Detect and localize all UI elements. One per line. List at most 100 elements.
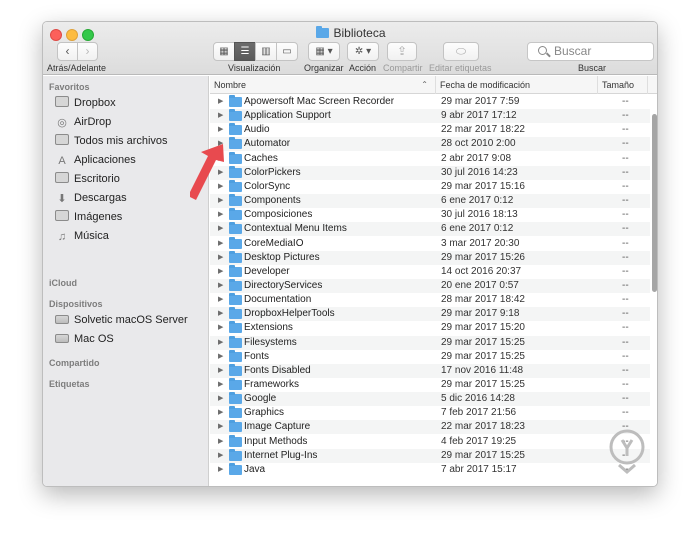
- disclosure-triangle-icon[interactable]: ▶: [218, 321, 223, 335]
- sidebar-item-desktop[interactable]: Escritorio: [55, 170, 120, 188]
- action-button[interactable]: ✲ ▾: [347, 42, 379, 61]
- table-row[interactable]: ▶ Documentation 28 mar 2017 18:42 --: [210, 293, 650, 307]
- sidebar-item-music[interactable]: ♫ Música: [55, 227, 109, 245]
- disclosure-triangle-icon[interactable]: ▶: [218, 336, 223, 350]
- column-view-button[interactable]: ▥: [255, 42, 277, 61]
- disclosure-triangle-icon[interactable]: ▶: [218, 222, 223, 236]
- table-row[interactable]: ▶ Automator 28 oct 2010 2:00 --: [210, 137, 650, 152]
- file-size: --: [622, 379, 629, 390]
- file-name: Extensions: [244, 322, 293, 334]
- arrange-button[interactable]: ▦ ▾: [308, 42, 340, 61]
- disclosure-triangle-icon[interactable]: ▶: [218, 279, 223, 293]
- table-row[interactable]: ▶ Extensions 29 mar 2017 15:20 --: [210, 321, 650, 335]
- disclosure-triangle-icon[interactable]: ▶: [218, 265, 223, 279]
- sidebar-item-dropbox[interactable]: Dropbox: [55, 94, 116, 112]
- column-date-label: Fecha de modificación: [440, 80, 531, 90]
- disclosure-triangle-icon[interactable]: ▶: [218, 208, 223, 222]
- disclosure-triangle-icon[interactable]: ▶: [218, 420, 223, 434]
- file-date: 5 dic 2016 14:28: [441, 393, 515, 405]
- sidebar-item-label: Todos mis archivos: [74, 135, 168, 147]
- column-name[interactable]: Nombre ⌃: [210, 76, 434, 94]
- file-date: 20 ene 2017 0:57: [441, 279, 519, 291]
- disclosure-triangle-icon[interactable]: ▶: [218, 293, 223, 307]
- table-row[interactable]: ▶ Developer 14 oct 2016 20:37 --: [210, 264, 650, 279]
- table-row[interactable]: ▶ Frameworks 29 mar 2017 15:25 --: [210, 378, 650, 392]
- gallery-view-button[interactable]: ▭: [276, 42, 298, 61]
- disclosure-triangle-icon[interactable]: ▶: [218, 237, 223, 251]
- folder-icon: [229, 165, 242, 178]
- sidebar-item-downloads[interactable]: ⬇ Descargas: [55, 189, 126, 207]
- box-icon: [55, 96, 69, 107]
- edit-tags-button[interactable]: ⬭: [443, 42, 479, 61]
- table-row[interactable]: ▶ Desktop Pictures 29 mar 2017 15:26 --: [210, 250, 650, 265]
- disclosure-triangle-icon[interactable]: ▶: [218, 180, 223, 194]
- disclosure-triangle-icon[interactable]: ▶: [218, 350, 223, 364]
- folder-icon: [229, 264, 242, 277]
- table-row[interactable]: ▶ DirectoryServices 20 ene 2017 0:57 --: [210, 278, 650, 293]
- sidebar-item-all-files[interactable]: Todos mis archivos: [55, 132, 168, 150]
- file-date: 29 mar 2017 15:20: [441, 322, 525, 334]
- table-row[interactable]: ▶ Apowersoft Mac Screen Recorder 29 mar 20…: [210, 95, 650, 109]
- table-row[interactable]: ▶ Graphics 7 feb 2017 21:56 --: [210, 406, 650, 420]
- disclosure-triangle-icon[interactable]: ▶: [218, 95, 223, 109]
- table-row[interactable]: ▶ Input Methods 4 feb 2017 19:25 --: [210, 434, 650, 449]
- table-row[interactable]: ▶ Java 7 abr 2017 15:17 --: [210, 462, 650, 477]
- sidebar-item-applications[interactable]: A Aplicaciones: [55, 151, 135, 169]
- table-row[interactable]: ▶ Contextual Menu Items 6 ene 2017 0:12 --: [210, 222, 650, 237]
- disclosure-triangle-icon[interactable]: ▶: [218, 137, 223, 151]
- disclosure-triangle-icon[interactable]: ▶: [218, 152, 223, 166]
- disclosure-triangle-icon[interactable]: ▶: [218, 378, 223, 392]
- table-row[interactable]: ▶ Application Support 9 abr 2017 17:12 --: [210, 109, 650, 124]
- table-row[interactable]: ▶ Composiciones 30 jul 2016 18:13 --: [210, 208, 650, 222]
- list-view-button[interactable]: ☰: [234, 42, 256, 61]
- disclosure-triangle-icon[interactable]: ▶: [218, 109, 223, 123]
- scrollbar-thumb[interactable]: [652, 114, 657, 292]
- table-row[interactable]: ▶ Components 6 ene 2017 0:12 --: [210, 194, 650, 209]
- table-row[interactable]: ▶ ColorPickers 30 jul 2016 14:23 --: [210, 165, 650, 180]
- sidebar-item-server[interactable]: Solvetic macOS Server: [55, 311, 188, 329]
- sidebar-item-label: Escritorio: [74, 173, 120, 185]
- table-row[interactable]: ▶ CoreMediaIO 3 mar 2017 20:30 --: [210, 236, 650, 251]
- back-button[interactable]: ‹: [57, 42, 78, 61]
- disclosure-triangle-icon[interactable]: ▶: [218, 194, 223, 208]
- table-row[interactable]: ▶ ColorSync 29 mar 2017 15:16 --: [210, 179, 650, 194]
- disclosure-triangle-icon[interactable]: ▶: [218, 166, 223, 180]
- sidebar-item-mac-os[interactable]: Mac OS: [55, 330, 114, 348]
- disclosure-triangle-icon[interactable]: ▶: [218, 307, 223, 321]
- table-row[interactable]: ▶ Image Capture 22 mar 2017 18:23 --: [210, 420, 650, 435]
- column-kind[interactable]: [647, 76, 657, 94]
- search-field[interactable]: Buscar: [527, 42, 654, 61]
- folder-icon: [229, 278, 242, 291]
- icon-view-button[interactable]: ▦: [213, 42, 235, 61]
- disclosure-triangle-icon[interactable]: ▶: [218, 406, 223, 420]
- file-date: 30 jul 2016 18:13: [441, 209, 518, 221]
- sidebar-item-label: Mac OS: [74, 333, 114, 345]
- folder-icon: [229, 293, 242, 306]
- table-row[interactable]: ▶ Fonts 29 mar 2017 15:25 --: [210, 349, 650, 364]
- disclosure-triangle-icon[interactable]: ▶: [218, 392, 223, 406]
- disclosure-triangle-icon[interactable]: ▶: [218, 251, 223, 265]
- table-row[interactable]: ▶ Google 5 dic 2016 14:28 --: [210, 392, 650, 407]
- column-size[interactable]: Tamaño: [597, 76, 647, 94]
- table-row[interactable]: ▶ Caches 2 abr 2017 9:08 --: [210, 151, 650, 166]
- table-row[interactable]: ▶ Fonts Disabled 17 nov 2016 11:48 --: [210, 363, 650, 378]
- folder-icon: [229, 462, 242, 475]
- forward-button[interactable]: ›: [77, 42, 98, 61]
- table-row[interactable]: ▶ Audio 22 mar 2017 18:22 --: [210, 123, 650, 137]
- file-date: 29 mar 2017 15:25: [441, 449, 525, 461]
- disclosure-triangle-icon[interactable]: ▶: [218, 364, 223, 378]
- disclosure-triangle-icon[interactable]: ▶: [218, 435, 223, 449]
- sidebar-item-airdrop[interactable]: ◎ AirDrop: [55, 113, 111, 131]
- disclosure-triangle-icon[interactable]: ▶: [218, 449, 223, 463]
- folder-icon: [229, 95, 242, 107]
- column-date[interactable]: Fecha de modificación: [435, 76, 597, 94]
- disclosure-triangle-icon[interactable]: ▶: [218, 463, 223, 477]
- table-row[interactable]: ▶ Filesystems 29 mar 2017 15:25 --: [210, 335, 650, 350]
- table-row[interactable]: ▶ Internet Plug-Ins 29 mar 2017 15:25 --: [210, 448, 650, 463]
- table-row[interactable]: ▶ DropboxHelperTools 29 mar 2017 9:18 --: [210, 307, 650, 322]
- file-name: Fonts Disabled: [244, 364, 311, 376]
- share-button[interactable]: ⇪: [387, 42, 417, 61]
- watermark-glyph: [620, 439, 634, 456]
- sidebar-item-images[interactable]: Imágenes: [55, 208, 122, 226]
- disclosure-triangle-icon[interactable]: ▶: [218, 123, 223, 137]
